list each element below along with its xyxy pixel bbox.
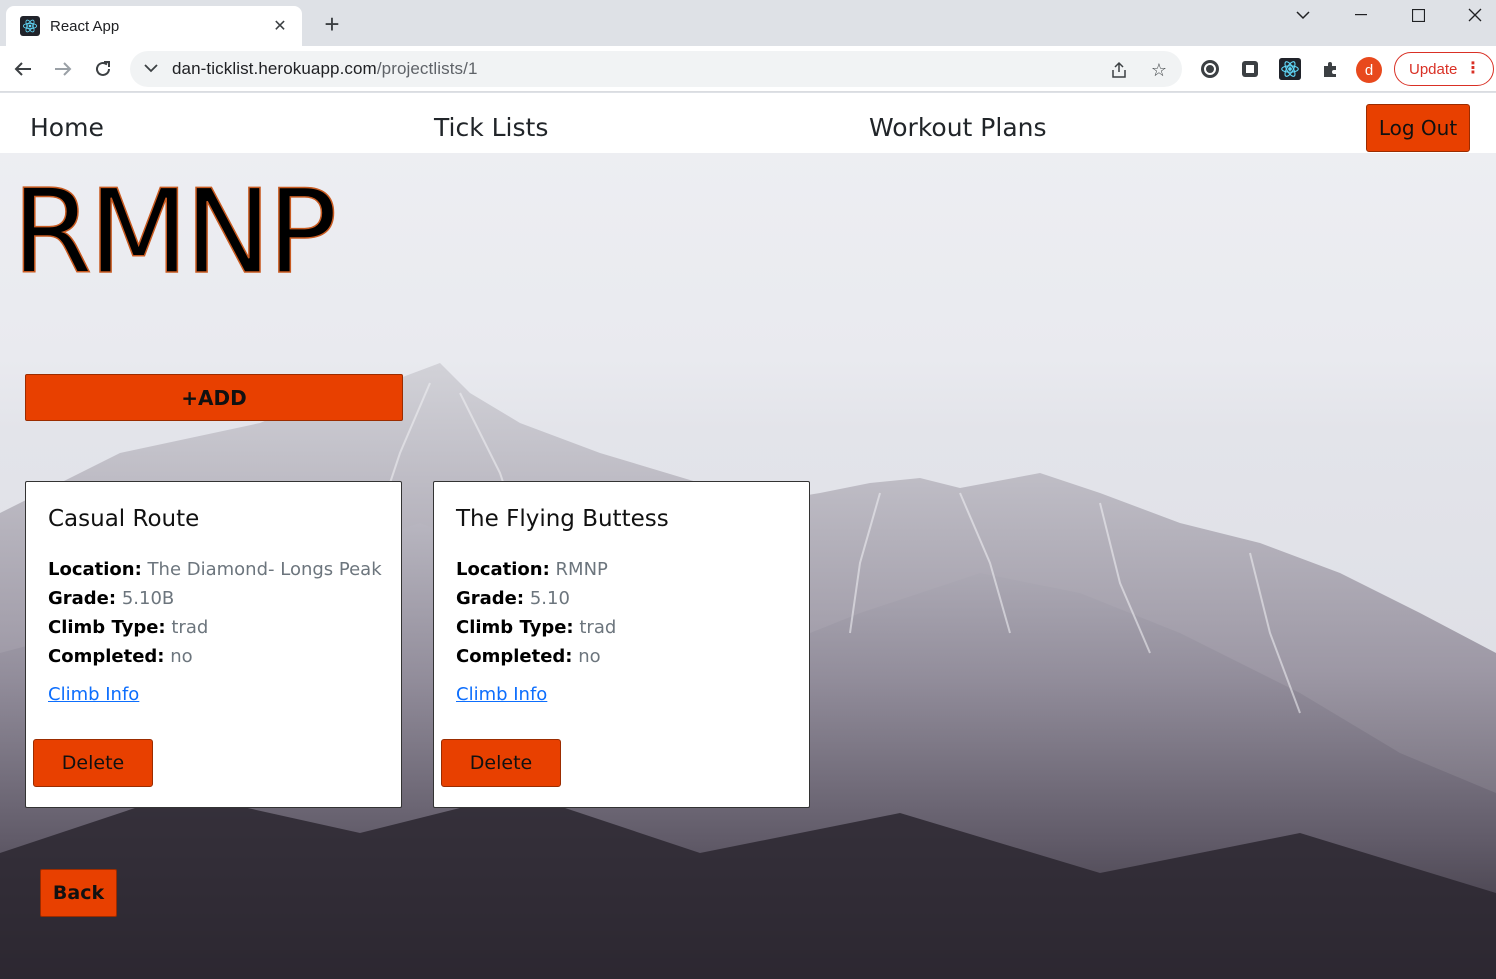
completed-value: no [170,646,193,667]
completed-label: Completed: [456,646,573,667]
grade-label: Grade: [48,588,117,609]
extensions-puzzle-icon[interactable] [1319,58,1341,80]
address-bar[interactable]: dan-ticklist.herokuapp.com/projectlists/… [130,51,1182,87]
extension-grid-icon[interactable] [1239,58,1261,80]
url-host: dan-ticklist.herokuapp.com [172,59,377,78]
grade-field: Grade: 5.10B [48,588,174,609]
climb-type-value: trad [579,617,617,638]
location-value: The Diamond- Longs Peak [147,559,382,580]
completed-field: Completed: no [456,646,601,667]
close-tab-icon[interactable]: ✕ [270,16,290,36]
url-text: dan-ticklist.herokuapp.com/projectlists/… [172,59,478,79]
share-icon[interactable] [1108,59,1130,81]
card-title: Casual Route [48,506,200,532]
add-climb-button[interactable]: +ADD [25,374,403,421]
nav-workout-plans-link[interactable]: Workout Plans [869,113,1047,142]
completed-field: Completed: no [48,646,193,667]
climb-type-field: Climb Type: trad [48,617,208,638]
page-title: RMNP [11,165,338,300]
location-value: RMNP [555,559,608,580]
page-viewport: Home Tick Lists Workout Plans Log Out RM… [0,93,1496,979]
react-devtools-icon[interactable] [1279,58,1301,80]
nav-home-link[interactable]: Home [30,113,104,142]
browser-tab[interactable]: React App ✕ [6,6,302,46]
nav-tick-lists-link[interactable]: Tick Lists [434,113,548,142]
minimize-icon[interactable] [1338,0,1384,30]
new-tab-icon[interactable]: + [318,10,346,38]
browser-toolbar: dan-ticklist.herokuapp.com/projectlists/… [0,46,1496,92]
back-button[interactable]: Back [40,869,117,917]
grade-label: Grade: [456,588,525,609]
location-label: Location: [48,559,142,580]
tab-search-icon[interactable] [1280,0,1326,30]
extension-e-icon[interactable] [1199,58,1221,80]
site-info-icon[interactable] [144,60,158,78]
tab-title: React App [50,17,120,35]
completed-label: Completed: [48,646,165,667]
climb-type-field: Climb Type: trad [456,617,616,638]
completed-value: no [578,646,601,667]
climb-info-link[interactable]: Climb Info [48,684,139,705]
climb-type-value: trad [171,617,209,638]
react-icon [20,16,40,36]
climb-type-label: Climb Type: [48,617,166,638]
forward-arrow-icon[interactable] [48,54,78,84]
grade-field: Grade: 5.10 [456,588,570,609]
close-window-icon[interactable] [1452,0,1496,30]
back-arrow-icon[interactable] [8,54,38,84]
climb-card: Casual Route Location: The Diamond- Long… [25,481,402,808]
update-label: Update [1409,60,1458,78]
more-menu-icon[interactable]: ⋮ [1465,59,1481,79]
maximize-icon[interactable] [1395,0,1441,30]
climb-card: The Flying Buttess Location: RMNP Grade:… [433,481,810,808]
location-label: Location: [456,559,550,580]
logout-button[interactable]: Log Out [1366,104,1470,152]
update-button[interactable]: Update ⋮ [1394,52,1494,86]
location-field: Location: The Diamond- Longs Peak [48,559,382,580]
delete-button[interactable]: Delete [441,739,561,787]
location-field: Location: RMNP [456,559,608,580]
climb-type-label: Climb Type: [456,617,574,638]
climb-info-link[interactable]: Climb Info [456,684,547,705]
reload-icon[interactable] [88,54,118,84]
profile-avatar[interactable]: d [1356,57,1382,83]
browser-tabstrip: React App ✕ + [0,0,1496,46]
grade-value: 5.10 [529,588,570,609]
bookmark-star-icon[interactable]: ☆ [1148,59,1170,81]
card-title: The Flying Buttess [456,506,669,532]
grade-value: 5.10B [121,588,175,609]
delete-button[interactable]: Delete [33,739,153,787]
url-path: /projectlists/1 [376,59,478,78]
top-navbar: Home Tick Lists Workout Plans Log Out [0,93,1496,153]
